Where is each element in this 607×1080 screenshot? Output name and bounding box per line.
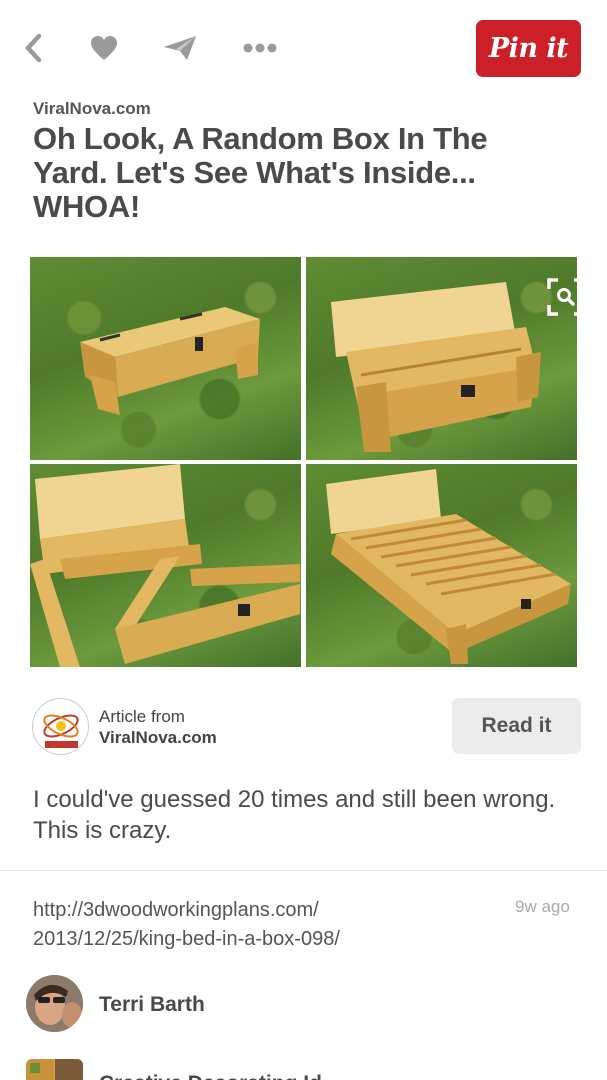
chevron-left-icon[interactable]: [16, 30, 52, 66]
source-link-line-1: http://3dwoodworkingplans.com/: [33, 899, 319, 921]
pin-source[interactable]: ViralNova.com: [33, 99, 151, 119]
pinner-row[interactable]: Terri Barth: [0, 975, 607, 1035]
article-from-label: Article from: [99, 707, 185, 726]
top-toolbar: Pin it: [0, 0, 607, 92]
image-tile-unfolding: [30, 464, 301, 667]
avatar[interactable]: [26, 975, 83, 1032]
paper-plane-icon[interactable]: [162, 30, 198, 66]
article-site-name[interactable]: ViralNova.com: [99, 728, 217, 748]
image-tile-closed-box: [30, 257, 301, 460]
board-name[interactable]: Creative Decorating Id: [99, 1072, 322, 1080]
timestamp: 9w ago: [515, 897, 570, 916]
source-link[interactable]: http://3dwoodworkingplans.com/ 2013/12/2…: [33, 896, 483, 954]
pin-image[interactable]: [30, 257, 577, 667]
source-link-line-2: 2013/12/25/king-bed-in-a-box-098/: [33, 928, 340, 950]
pinner-name[interactable]: Terri Barth: [99, 993, 205, 1017]
heart-icon[interactable]: [86, 30, 122, 66]
article-attribution: Article from ViralNova.com Read it: [0, 690, 607, 765]
pin-title: Oh Look, A Random Box In The Yard. Let's…: [33, 121, 488, 224]
image-tile-open-box: [306, 257, 577, 460]
more-dots-icon[interactable]: [242, 30, 278, 66]
image-tile-bed: [306, 464, 577, 667]
board-row[interactable]: Creative Decorating Id: [0, 1057, 607, 1080]
read-it-button[interactable]: Read it: [452, 698, 581, 754]
viralnova-logo[interactable]: [32, 698, 89, 755]
pin-it-button[interactable]: Pin it: [476, 20, 581, 77]
board-thumbnail[interactable]: [26, 1059, 83, 1080]
visual-search-icon[interactable]: [547, 278, 577, 316]
pin-description: I could've guessed 20 times and still be…: [33, 786, 556, 844]
divider: [0, 870, 607, 871]
